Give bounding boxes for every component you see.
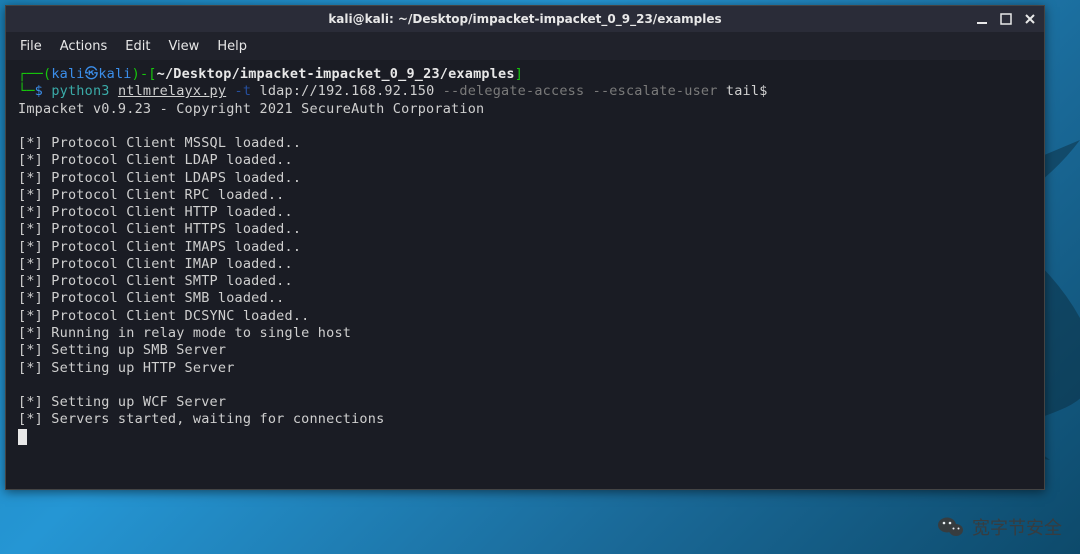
output-line: [*] Protocol Client MSSQL loaded.. bbox=[18, 135, 301, 151]
output-line: [*] Protocol Client HTTP loaded.. bbox=[18, 204, 293, 220]
menu-view[interactable]: View bbox=[168, 39, 199, 54]
output-line: [*] Protocol Client RPC loaded.. bbox=[18, 187, 285, 203]
menu-edit[interactable]: Edit bbox=[125, 39, 150, 54]
maximize-button[interactable] bbox=[996, 9, 1016, 29]
output-line: [*] Protocol Client IMAP loaded.. bbox=[18, 256, 293, 272]
output-line: [*] Protocol Client LDAPS loaded.. bbox=[18, 170, 301, 186]
window-controls bbox=[972, 9, 1040, 29]
terminal-body[interactable]: ┌──(kali㉿kali)-[~/Desktop/impacket-impac… bbox=[6, 60, 1044, 489]
watermark-text: 宽字节安全 bbox=[972, 514, 1062, 540]
menu-help[interactable]: Help bbox=[217, 39, 247, 54]
output-line: [*] Setting up WCF Server bbox=[18, 394, 226, 410]
output-line: [*] Running in relay mode to single host bbox=[18, 325, 351, 341]
minimize-button[interactable] bbox=[972, 9, 992, 29]
output-line: [*] Servers started, waiting for connect… bbox=[18, 411, 384, 427]
watermark: 宽字节安全 bbox=[938, 514, 1062, 540]
output-line: [*] Protocol Client HTTPS loaded.. bbox=[18, 221, 301, 237]
output-line: [*] Protocol Client SMTP loaded.. bbox=[18, 273, 293, 289]
output-line: [*] Setting up HTTP Server bbox=[18, 360, 235, 376]
titlebar[interactable]: kali@kali: ~/Desktop/impacket-impacket_0… bbox=[6, 6, 1044, 32]
output-line: [*] Protocol Client LDAP loaded.. bbox=[18, 152, 293, 168]
menu-actions[interactable]: Actions bbox=[60, 39, 108, 54]
menu-file[interactable]: File bbox=[20, 39, 42, 54]
wechat-icon bbox=[938, 516, 964, 538]
prompt-line: ┌──(kali㉿kali)-[~/Desktop/impacket-impac… bbox=[18, 66, 523, 82]
cursor bbox=[18, 429, 27, 445]
output-line: Impacket v0.9.23 - Copyright 2021 Secure… bbox=[18, 101, 484, 117]
output-line: [*] Setting up SMB Server bbox=[18, 342, 226, 358]
output-line: [*] Protocol Client SMB loaded.. bbox=[18, 290, 285, 306]
output-line: [*] Protocol Client DCSYNC loaded.. bbox=[18, 308, 309, 324]
menubar: File Actions Edit View Help bbox=[6, 32, 1044, 60]
window-title: kali@kali: ~/Desktop/impacket-impacket_0… bbox=[328, 12, 721, 26]
close-button[interactable] bbox=[1020, 9, 1040, 29]
output-line: [*] Protocol Client IMAPS loaded.. bbox=[18, 239, 301, 255]
prompt-command-line: └─$ python3 ntlmrelayx.py -t ldap://192.… bbox=[18, 83, 768, 99]
terminal-window: kali@kali: ~/Desktop/impacket-impacket_0… bbox=[5, 5, 1045, 490]
